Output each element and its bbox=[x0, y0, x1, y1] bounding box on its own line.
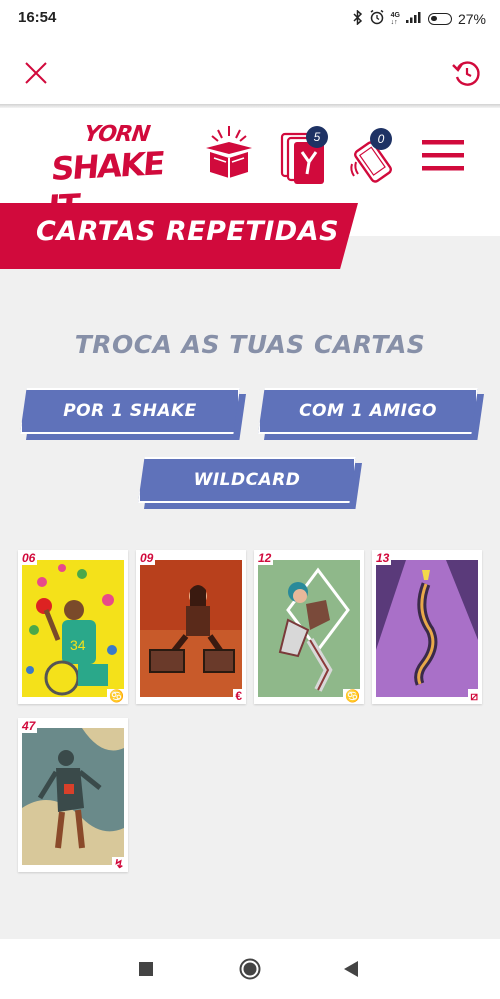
page-title: CARTAS REPETIDAS bbox=[36, 216, 340, 247]
card-illustration bbox=[140, 560, 242, 697]
system-nav-bar bbox=[0, 939, 500, 999]
battery-icon bbox=[427, 12, 452, 25]
home-button[interactable] bbox=[239, 958, 261, 985]
signal-icon bbox=[405, 11, 422, 26]
card-symbol: ⧄ bbox=[468, 689, 480, 703]
cards-collection-button[interactable]: 5 bbox=[280, 126, 330, 184]
shake-count-badge: 0 bbox=[370, 128, 392, 150]
back-button[interactable] bbox=[343, 960, 359, 983]
card-number: 13 bbox=[374, 551, 392, 565]
battery-percent: 27% bbox=[457, 10, 486, 27]
status-icons: 4G ↓↑ 27% bbox=[353, 8, 486, 28]
card-symbol: ♋ bbox=[343, 689, 362, 703]
close-button[interactable] bbox=[19, 56, 53, 90]
close-icon bbox=[25, 62, 47, 84]
home-icon bbox=[239, 958, 261, 980]
card-number: 47 bbox=[20, 719, 38, 733]
yorn-shake-it-logo[interactable]: YORN SHAKE IT bbox=[46, 118, 166, 226]
card-number: 06 bbox=[20, 551, 38, 565]
wildcard-button[interactable]: WILDCARD bbox=[138, 457, 362, 509]
card-13[interactable]: 13 ⧄ bbox=[372, 550, 482, 704]
bluetooth-icon bbox=[353, 8, 363, 28]
svg-text:34: 34 bbox=[70, 637, 86, 653]
shake-phone-button[interactable]: 0 bbox=[348, 128, 398, 186]
refresh-icon bbox=[452, 61, 480, 86]
alarm-icon bbox=[369, 9, 385, 28]
recent-apps-button[interactable] bbox=[138, 961, 154, 982]
card-06[interactable]: 06 34 ♋ bbox=[18, 550, 128, 704]
card-47[interactable]: 47 ↯ bbox=[18, 718, 128, 872]
trade-with-friend-button[interactable]: COM 1 AMIGO bbox=[258, 388, 484, 440]
trade-by-shake-button[interactable]: POR 1 SHAKE bbox=[20, 388, 246, 440]
card-09[interactable]: 09 € bbox=[136, 550, 246, 704]
cards-count-badge: 5 bbox=[306, 126, 328, 148]
network-type: 4G ↓↑ bbox=[390, 11, 400, 26]
card-illustration: 34 bbox=[22, 560, 124, 697]
card-illustration bbox=[258, 560, 360, 697]
menu-button[interactable] bbox=[420, 138, 466, 174]
status-bar: 16:54 4G ↓↑ 27% bbox=[0, 0, 500, 36]
card-number: 09 bbox=[138, 551, 156, 565]
refresh-button[interactable] bbox=[450, 56, 484, 90]
card-illustration bbox=[376, 560, 478, 697]
card-symbol: ♋ bbox=[107, 689, 126, 703]
card-symbol: € bbox=[233, 689, 244, 703]
recent-apps-icon bbox=[139, 962, 153, 976]
app-header: YORN SHAKE IT 5 0 bbox=[0, 108, 500, 226]
card-illustration bbox=[22, 728, 124, 865]
card-number: 12 bbox=[256, 551, 274, 565]
gift-box-button[interactable] bbox=[200, 122, 258, 182]
menu-icon bbox=[422, 140, 464, 171]
back-icon bbox=[344, 961, 358, 977]
gift-box-icon bbox=[206, 126, 252, 178]
trade-subtitle: TROCA AS TUAS CARTAS bbox=[74, 330, 426, 359]
status-time: 16:54 bbox=[18, 9, 57, 26]
top-toolbar bbox=[0, 36, 500, 106]
card-symbol: ↯ bbox=[111, 857, 126, 871]
card-12[interactable]: 12 ♋ bbox=[254, 550, 364, 704]
